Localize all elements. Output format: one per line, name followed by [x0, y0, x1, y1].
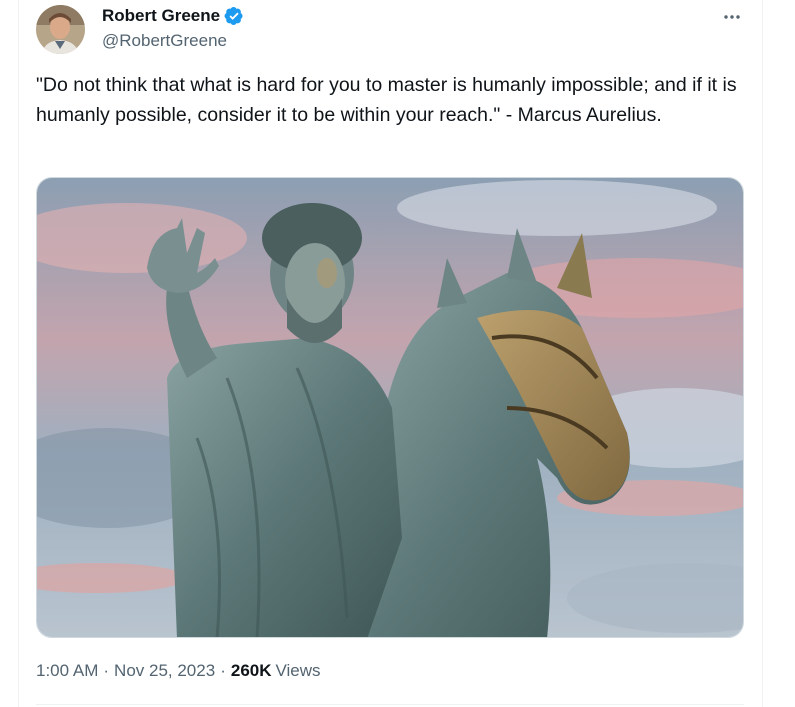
verified-badge-icon[interactable]	[224, 6, 244, 26]
views-label: Views	[275, 661, 321, 680]
views-count: 260K	[230, 661, 272, 680]
author-avatar[interactable]	[36, 5, 85, 54]
author-handle[interactable]: @RobertGreene	[102, 31, 227, 51]
tweet-date[interactable]: Nov 25, 2023	[114, 661, 215, 681]
meta-separator: ·	[220, 661, 226, 680]
marcus-aurelius-statue-image	[37, 178, 743, 637]
more-options-icon[interactable]	[719, 4, 745, 30]
author-display-name[interactable]: Robert Greene	[102, 6, 220, 26]
tweet-time[interactable]: 1:00 AM	[36, 661, 98, 681]
divider	[36, 704, 744, 705]
tweet-meta: 1:00 AM · Nov 25, 2023 · 260K Views	[36, 661, 321, 681]
meta-separator: ·	[103, 661, 110, 680]
tweet-media-image[interactable]	[36, 177, 744, 638]
tweet-card: Robert Greene @RobertGreene "Do not thin…	[18, 0, 763, 707]
author-name-row: Robert Greene	[102, 5, 244, 27]
avatar-image	[36, 5, 85, 54]
tweet-text: "Do not think that what is hard for you …	[36, 74, 737, 126]
